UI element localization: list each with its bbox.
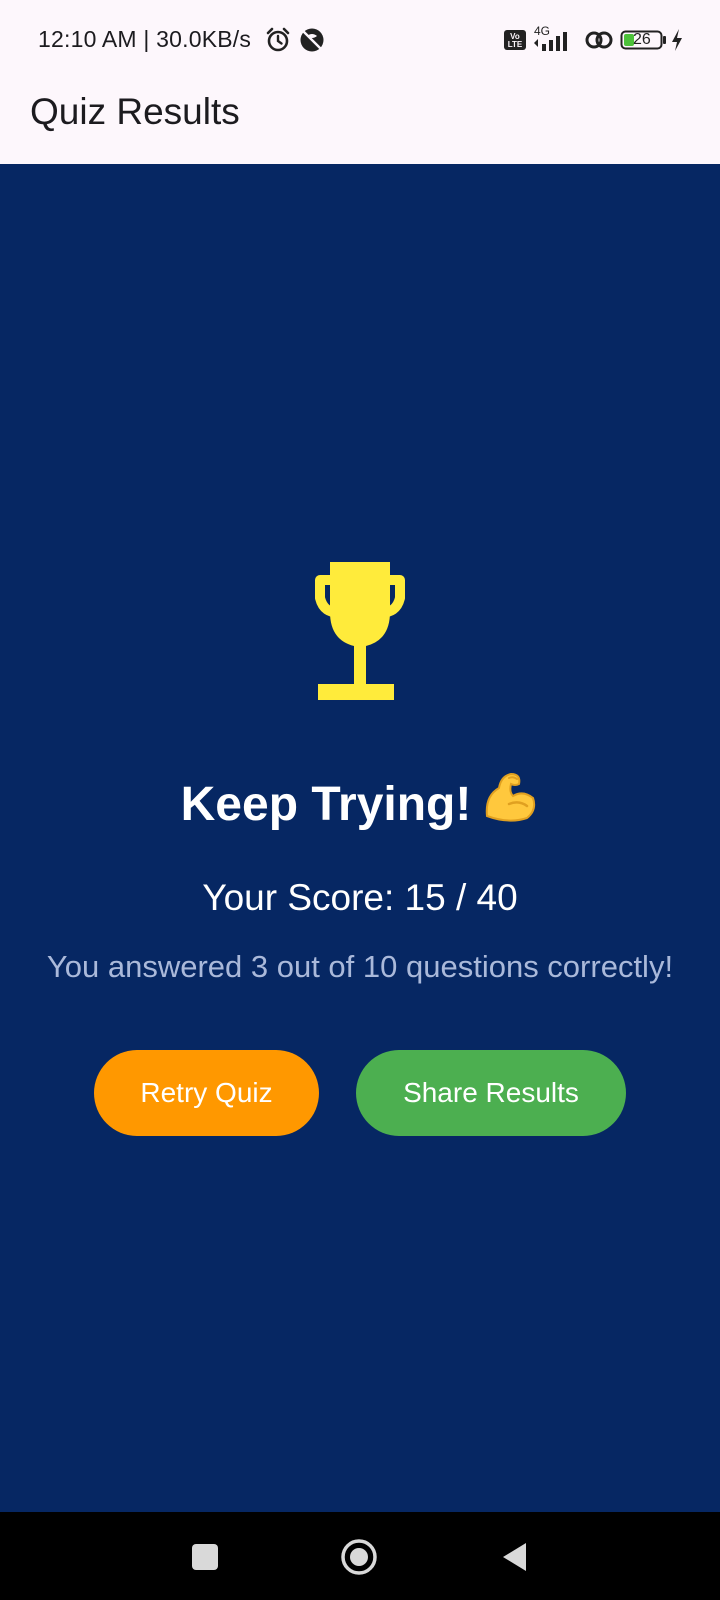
battery-level: 26	[633, 31, 651, 48]
result-headline: Keep Trying!	[0, 766, 720, 834]
score-text: Your Score: 15 / 40	[202, 877, 518, 918]
status-bar: 12:10 AM | 30.0KB/s Vo LTE 4G 26	[0, 0, 720, 80]
status-time: 12:10 AM | 30.0KB/s	[38, 26, 252, 52]
svg-text:LTE: LTE	[508, 40, 523, 49]
headline-text: Keep Trying!	[180, 778, 472, 831]
link-icon	[585, 31, 613, 49]
back-icon	[503, 1543, 526, 1571]
recents-icon	[192, 1544, 218, 1570]
share-results-button[interactable]: Share Results	[356, 1050, 626, 1136]
recents-button[interactable]	[178, 1530, 232, 1584]
alarm-icon	[266, 27, 290, 52]
flexed-biceps-icon	[479, 766, 539, 826]
back-button[interactable]	[488, 1530, 542, 1584]
retry-quiz-button[interactable]: Retry Quiz	[94, 1050, 319, 1136]
do-not-disturb-icon	[300, 28, 324, 52]
system-nav-bar	[0, 1512, 720, 1600]
home-icon	[341, 1539, 377, 1575]
volte-icon: Vo LTE	[504, 30, 526, 50]
quiz-results-screen: 12:10 AM | 30.0KB/s Vo LTE 4G 26 Quiz Re…	[0, 0, 720, 1600]
signal-icon	[534, 32, 567, 51]
summary-text: You answered 3 out of 10 questions corre…	[46, 949, 674, 984]
charging-icon	[672, 29, 682, 51]
page-title: Quiz Results	[30, 91, 240, 132]
app-bar: Quiz Results	[0, 80, 720, 164]
trophy-icon	[315, 562, 405, 700]
home-button[interactable]	[332, 1530, 386, 1584]
